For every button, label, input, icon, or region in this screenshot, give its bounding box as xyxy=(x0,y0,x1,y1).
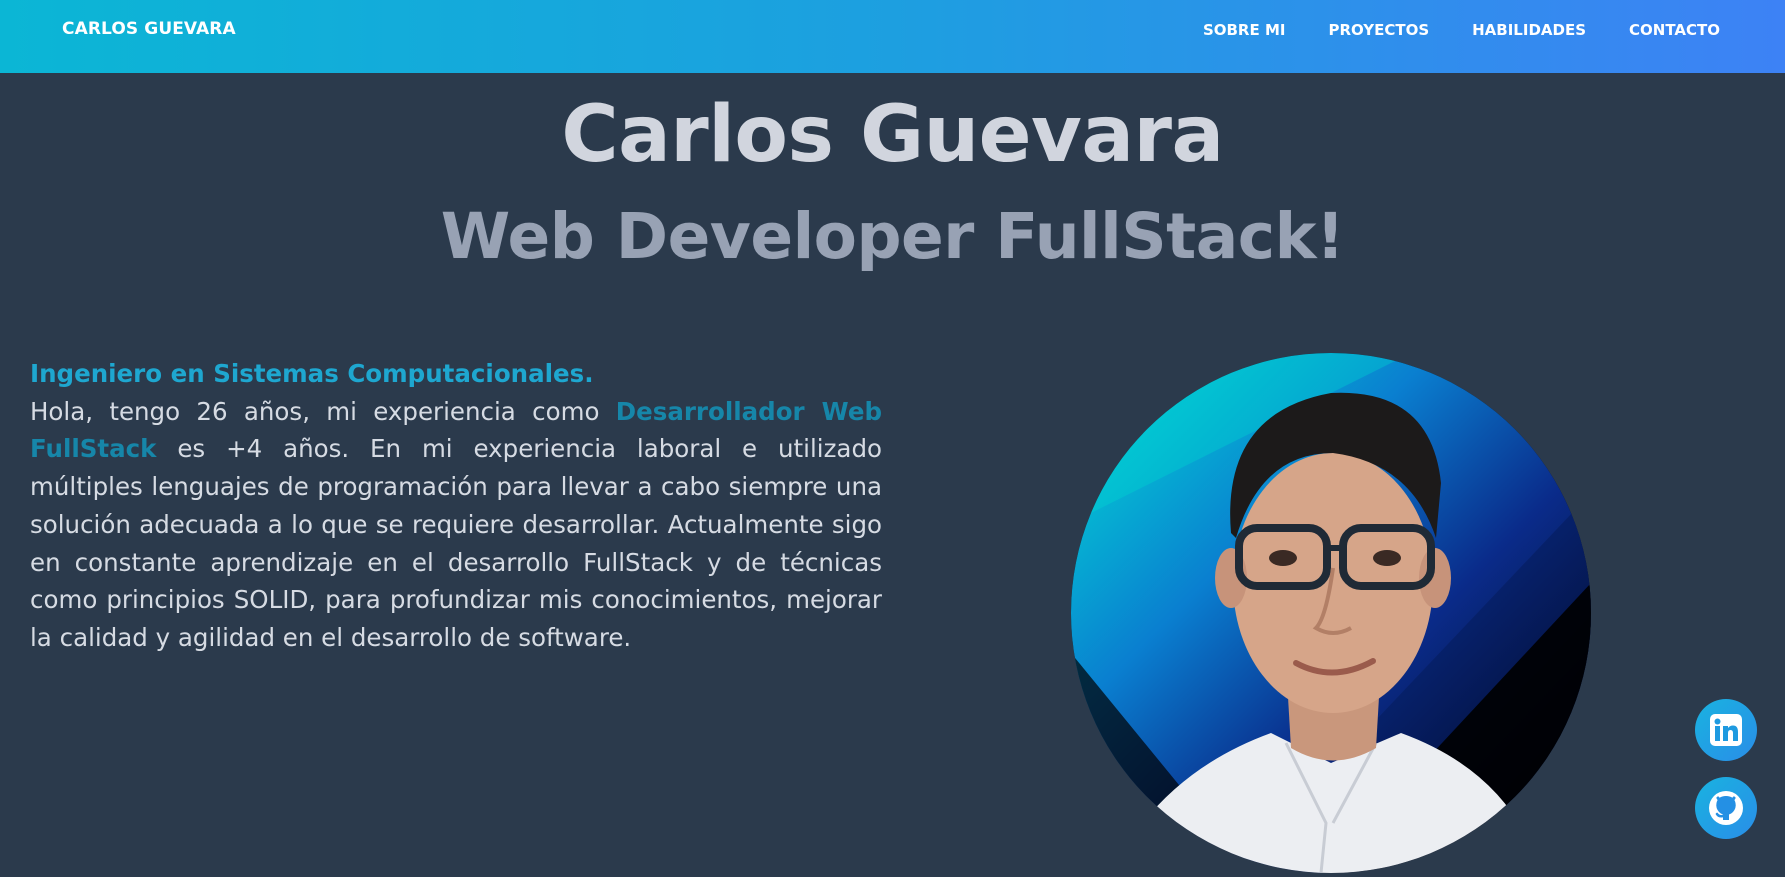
nav-link-habilidades[interactable]: HABILIDADES xyxy=(1472,21,1586,39)
nav-link-sobre-mi[interactable]: SOBRE MI xyxy=(1203,21,1286,39)
about-text-body: es +4 años. En mi experiencia laboral e … xyxy=(30,434,882,652)
hero-name-heading: Carlos Guevara xyxy=(561,90,1224,180)
about-section: Ingeniero en Sistemas Computacionales. H… xyxy=(30,355,882,657)
profile-photo-illustration xyxy=(1071,353,1591,873)
brand-logo-text[interactable]: CARLOS GUEVARA xyxy=(62,19,236,39)
hero-role-heading: Web Developer FullStack! xyxy=(440,200,1345,273)
profile-photo xyxy=(1071,353,1591,873)
nav-links: SOBRE MI PROYECTOS HABILIDADES CONTACTO xyxy=(1203,21,1720,39)
linkedin-icon xyxy=(1710,714,1742,746)
about-text-intro: Hola, tengo 26 años, mi experiencia como xyxy=(30,396,616,426)
nav-link-proyectos[interactable]: PROYECTOS xyxy=(1328,21,1429,39)
linkedin-button[interactable] xyxy=(1695,699,1757,761)
github-button[interactable] xyxy=(1695,777,1757,839)
about-title: Ingeniero en Sistemas Computacionales. xyxy=(30,359,594,388)
github-icon xyxy=(1709,791,1743,825)
nav-link-contacto[interactable]: CONTACTO xyxy=(1629,21,1720,39)
top-navbar: CARLOS GUEVARA SOBRE MI PROYECTOS HABILI… xyxy=(0,0,1785,73)
